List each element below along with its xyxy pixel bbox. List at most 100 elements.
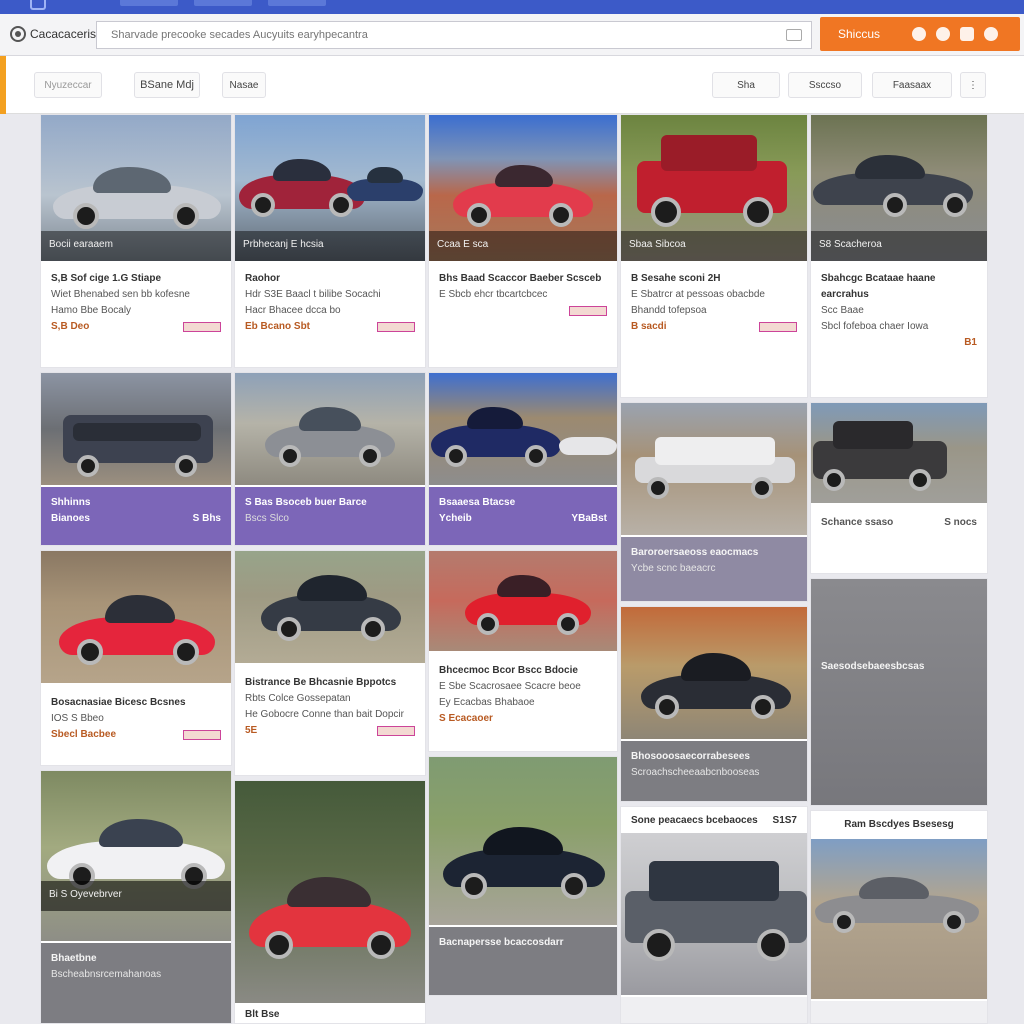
- listing-subtitle: Scc Baae: [821, 305, 864, 316]
- listing-title: Saesodsebaeesbcsas: [821, 661, 925, 672]
- listing-detail: He Gobocre Conne than bait Dopcir: [245, 709, 404, 720]
- listing-card[interactable]: Bosacnasiae Bicesc Bcsnes IOS S Bbeo Sbe…: [40, 550, 232, 766]
- car-photo: Ccaa E sca: [429, 115, 617, 261]
- listing-info: Bhosooosaecorrabesees Scroachscheeaabcnb…: [621, 741, 807, 801]
- listing-card[interactable]: Schance ssaso S nocs: [810, 402, 988, 574]
- listing-title: B Sesahe sconi 2H: [631, 273, 721, 284]
- filter-pill[interactable]: BSane Mdj: [134, 72, 200, 98]
- listing-price: S Bhs: [192, 513, 221, 524]
- car-photo: [235, 551, 425, 663]
- car-photo: [429, 757, 617, 925]
- listing-card[interactable]: Baroroersaeoss eaocmacs Ycbe scnc baeacr…: [620, 402, 808, 602]
- listing-card[interactable]: Blt Bse: [234, 780, 426, 1024]
- car-photo: Bi S Oyevebrver: [41, 771, 231, 941]
- filter-pill[interactable]: Ssccso: [788, 72, 862, 98]
- listing-info: S,B Sof cige 1.G Stiape Wiet Bhenabed se…: [41, 263, 231, 343]
- listing-subtitle: E Sbatrcr at pessoas obacbde: [631, 289, 765, 300]
- brand-logo-icon: [10, 26, 26, 42]
- listing-price: Eb Bcano Sbt: [245, 321, 311, 332]
- listing-info: Baroroersaeoss eaocmacs Ycbe scnc baeacr…: [621, 537, 807, 601]
- listing-title: Bistrance Be Bhcasnie Bppotcs: [245, 677, 397, 688]
- car-photo: S8 Scacheroa: [811, 115, 987, 261]
- photo-caption: Bocii earaaem: [41, 231, 231, 261]
- grid-view-icon[interactable]: ⋮: [960, 72, 986, 98]
- photo-caption: Bi S Oyevebrver: [41, 881, 231, 911]
- listing-card[interactable]: Bhcecmoc Bcor Bscc Bdocie E Sbe Scacrosa…: [428, 550, 618, 752]
- account-icon[interactable]: [936, 27, 950, 41]
- listing-price: Sbecl Bacbee: [51, 729, 117, 740]
- listing-subtitle: Rbts Colce Gossepatan: [245, 693, 351, 704]
- search-input[interactable]: [96, 21, 812, 49]
- search-icon[interactable]: [786, 29, 802, 41]
- listing-title: Bhcecmoc Bcor Bscc Bdocie: [439, 665, 578, 676]
- listing-price: B1: [964, 337, 977, 348]
- listing-card[interactable]: Shhinns Bianoes S Bhs: [40, 372, 232, 546]
- heart-icon[interactable]: [912, 27, 926, 41]
- listing-card[interactable]: Bocii earaaem S,B Sof cige 1.G Stiape Wi…: [40, 114, 232, 368]
- listing-info: Bsaaesa Btacse Ycheib YBaBst: [429, 487, 617, 545]
- deal-badge: [377, 322, 415, 332]
- listing-title: Bacnapersse bcaccosdarr: [439, 937, 564, 948]
- listing-info: Shhinns Bianoes S Bhs: [41, 487, 231, 545]
- car-photo: [41, 373, 231, 485]
- listing-detail: Hacr Bhacee dcca bo: [245, 305, 341, 316]
- brand[interactable]: Cacacaceris: [10, 26, 96, 42]
- listing-title: Sbahcgc Bcataae haane earcrahus: [821, 273, 936, 300]
- listing-info: Blt Bse: [235, 1005, 425, 1023]
- car-photo: Sbaa Sibcoa: [621, 115, 807, 261]
- listing-card[interactable]: S8 Scacheroa Sbahcgc Bcataae haane earcr…: [810, 114, 988, 398]
- filter-pill[interactable]: Sha: [712, 72, 780, 98]
- car-photo: Prbhecanj E hcsia: [235, 115, 425, 261]
- notification-icon[interactable]: [984, 27, 998, 41]
- listing-card[interactable]: Sone peacaecs bcebaoces S1S7: [620, 806, 808, 1024]
- listing-card[interactable]: Bi S Oyevebrver Bhaetbne Bscheabnsrcemah…: [40, 770, 232, 1024]
- filter-pill[interactable]: Faasaax: [872, 72, 952, 98]
- listing-card[interactable]: Sbaa Sibcoa B Sesahe sconi 2H E Sbatrcr …: [620, 114, 808, 398]
- listing-card[interactable]: Ram Bscdyes Bsesesg: [810, 810, 988, 1024]
- listing-card[interactable]: Prbhecanj E hcsia Raohor Hdr S3E Baacl t…: [234, 114, 426, 368]
- listing-title: S Bas Bsoceb buer Barce: [245, 497, 367, 508]
- listing-title: Bosacnasiae Bicesc Bcsnes: [51, 697, 186, 708]
- listing-footer: [621, 997, 807, 1023]
- listing-card[interactable]: Saesodsebaeesbcsas: [810, 578, 988, 806]
- listing-card[interactable]: Bsaaesa Btacse Ycheib YBaBst: [428, 372, 618, 546]
- filter-accent: [0, 56, 6, 114]
- listing-card[interactable]: Bhosooosaecorrabesees Scroachscheeaabcnb…: [620, 606, 808, 802]
- listing-info: Bhaetbne Bscheabnsrcemahanoas: [41, 943, 231, 1023]
- listing-title: Blt Bse: [245, 1009, 280, 1020]
- listing-card[interactable]: Bacnapersse bcaccosdarr: [428, 756, 618, 996]
- tab[interactable]: [194, 0, 252, 6]
- listing-card[interactable]: Bistrance Be Bhcasnie Bppotcs Rbts Colce…: [234, 550, 426, 776]
- car-photo: [235, 781, 425, 1003]
- listing-card[interactable]: Ccaa E sca Bhs Baad Scaccor Baeber Scsce…: [428, 114, 618, 368]
- listing-detail: Bhandd tofepsoa: [631, 305, 707, 316]
- listing-info: Saesodsebaeesbcsas: [811, 579, 987, 805]
- listing-price: S,B Deo: [51, 321, 90, 332]
- filter-pill[interactable]: Nasae: [222, 72, 266, 98]
- listing-detail: Ey Ecacbas Bhabaoe: [439, 697, 535, 708]
- listing-info: B Sesahe sconi 2H E Sbatrcr at pessoas o…: [621, 263, 807, 343]
- listing-info: Bhs Baad Scaccor Baeber Scsceb E Sbcb eh…: [429, 263, 617, 327]
- window-icon[interactable]: [30, 0, 46, 10]
- deal-badge: [377, 726, 415, 736]
- car-photo: Bocii earaaem: [41, 115, 231, 261]
- filter-pill[interactable]: Nyuzeccar: [34, 72, 102, 98]
- listing-info: Bacnapersse bcaccosdarr: [429, 927, 617, 995]
- listing-price: S nocs: [944, 517, 977, 528]
- cta-button[interactable]: Shiccus: [820, 17, 1020, 51]
- listing-subtitle: Bscheabnsrcemahanoas: [51, 969, 162, 980]
- listing-subtitle: Bscs Slco: [245, 513, 289, 524]
- listing-title: Bhosooosaecorrabesees: [631, 751, 750, 762]
- top-strip: [0, 0, 1024, 14]
- listing-info: Raohor Hdr S3E Baacl t bilibe Socachi Ha…: [235, 263, 425, 343]
- deal-badge: [569, 306, 607, 316]
- listing-subtitle: IOS S Bbeo: [51, 713, 104, 724]
- listing-title: Baroroersaeoss eaocmacs: [631, 547, 759, 558]
- car-photo: [429, 551, 617, 651]
- deal-badge: [759, 322, 797, 332]
- tab[interactable]: [120, 0, 178, 6]
- listing-card[interactable]: S Bas Bsoceb buer Barce Bscs Slco: [234, 372, 426, 546]
- message-icon[interactable]: [960, 27, 974, 41]
- mini-tabs: [120, 0, 326, 6]
- tab[interactable]: [268, 0, 326, 6]
